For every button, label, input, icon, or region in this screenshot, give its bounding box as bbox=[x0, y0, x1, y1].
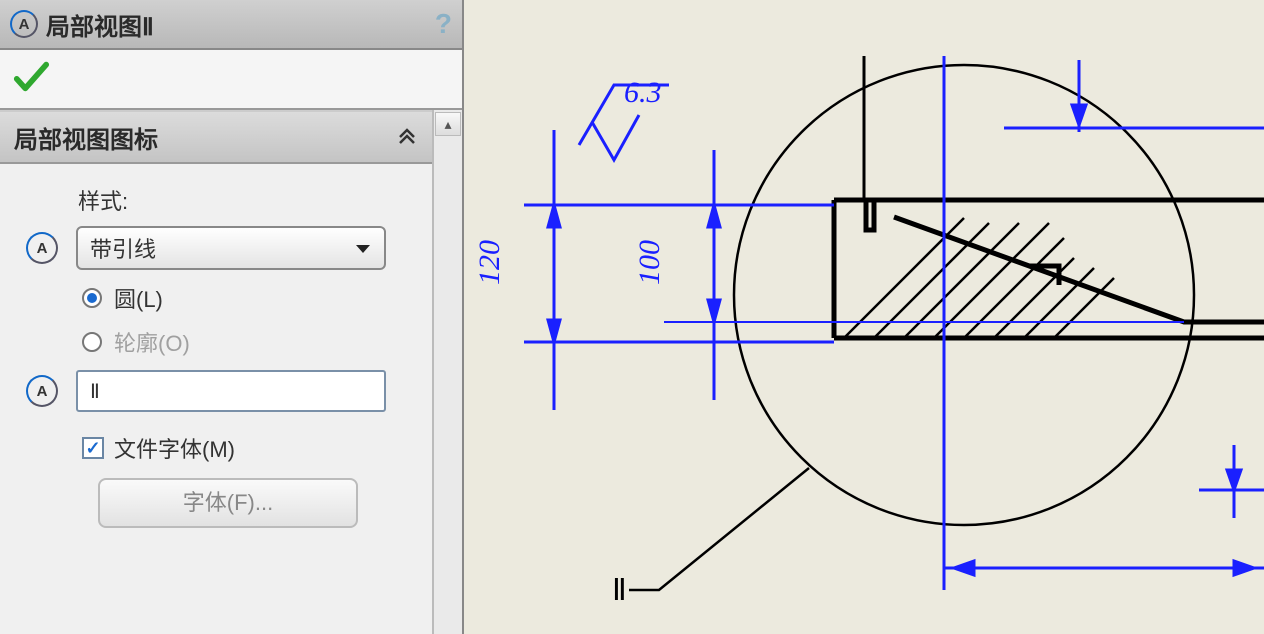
file-font-row[interactable]: ✓ 文件字体(M) bbox=[82, 432, 414, 464]
radio-circle[interactable]: 圆(L) bbox=[82, 282, 414, 314]
style-label: 样式: bbox=[78, 184, 414, 216]
radio-outline: 轮廓(O) bbox=[82, 326, 414, 358]
radio-outline-input bbox=[82, 332, 102, 352]
surface-finish-value: 6.3 bbox=[624, 76, 662, 109]
confirm-bar bbox=[0, 50, 462, 110]
drawing-svg: Ⅱ bbox=[464, 0, 1264, 634]
part-outline bbox=[834, 56, 1264, 338]
style-row: A 带引线 bbox=[18, 226, 414, 270]
dim-120-text: 120 bbox=[473, 240, 506, 285]
help-icon[interactable]: ? bbox=[435, 8, 452, 40]
shape-radio-group: 圆(L) 轮廓(O) bbox=[82, 282, 414, 358]
label-input[interactable] bbox=[76, 370, 386, 412]
collapse-chevron-icon[interactable] bbox=[396, 123, 418, 151]
scroll-up-icon[interactable]: ▴ bbox=[435, 112, 461, 136]
panel-content: 局部视图图标 样式: A 带引线 bbox=[0, 110, 432, 634]
callout-label: Ⅱ bbox=[612, 574, 627, 607]
detail-style-icon: A bbox=[26, 232, 58, 264]
radio-circle-input[interactable] bbox=[82, 288, 102, 308]
chevron-down-icon bbox=[354, 235, 372, 261]
dimension-group bbox=[524, 56, 1264, 590]
drawing-canvas[interactable]: Ⅱ bbox=[464, 0, 1264, 634]
panel-body-wrap: 局部视图图标 样式: A 带引线 bbox=[0, 110, 462, 634]
label-row: A bbox=[18, 370, 414, 412]
dropdown-value: 带引线 bbox=[90, 232, 156, 264]
detail-leader bbox=[629, 468, 809, 590]
section-title: 局部视图图标 bbox=[14, 120, 158, 155]
detail-circle bbox=[734, 65, 1194, 525]
section-header[interactable]: 局部视图图标 bbox=[0, 112, 432, 164]
file-font-checkbox[interactable]: ✓ bbox=[82, 437, 104, 459]
radio-circle-label: 圆(L) bbox=[114, 282, 163, 314]
property-panel: A 局部视图Ⅱ ? 局部视图图标 样式: A 带引线 bbox=[0, 0, 464, 634]
style-dropdown[interactable]: 带引线 bbox=[76, 226, 386, 270]
panel-title: 局部视图Ⅱ bbox=[46, 7, 435, 42]
panel-scrollbar[interactable]: ▴ bbox=[432, 110, 462, 634]
file-font-label: 文件字体(M) bbox=[114, 432, 235, 464]
dim-100-text: 100 bbox=[633, 240, 666, 285]
ok-checkmark-icon[interactable] bbox=[12, 58, 50, 101]
detail-label-icon: A bbox=[26, 375, 58, 407]
panel-title-bar: A 局部视图Ⅱ ? bbox=[0, 0, 462, 50]
font-button[interactable]: 字体(F)... bbox=[98, 478, 358, 528]
section-hatch bbox=[844, 218, 1114, 338]
detail-view-icon: A bbox=[10, 10, 38, 38]
radio-outline-label: 轮廓(O) bbox=[114, 326, 190, 358]
section-body: 样式: A 带引线 圆(L) bbox=[0, 164, 432, 550]
